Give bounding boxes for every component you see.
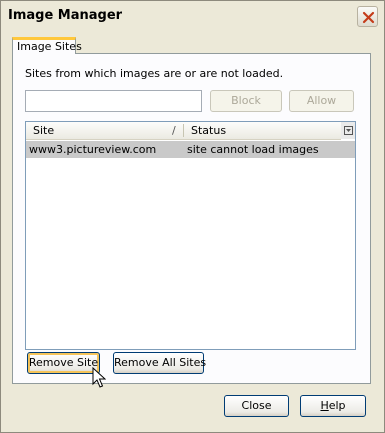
help-button[interactable]: Help [300, 395, 366, 417]
block-button[interactable]: Block [210, 90, 282, 112]
list-header: Site / Status [26, 122, 341, 140]
help-label-rest: elp [328, 399, 346, 412]
close-window-button[interactable] [357, 6, 378, 27]
column-header-site[interactable]: Site [33, 124, 54, 137]
close-icon [362, 11, 375, 24]
column-picker-icon [344, 126, 353, 135]
help-accesskey: H [320, 399, 329, 412]
remove-site-button[interactable]: Remove Site [27, 352, 100, 374]
table-row[interactable]: www3.pictureview.com site cannot load im… [26, 141, 355, 158]
close-button[interactable]: Close [224, 395, 289, 417]
allow-button[interactable]: Allow [289, 90, 354, 112]
column-separator[interactable] [183, 124, 184, 137]
cell-site: www3.pictureview.com [29, 143, 157, 156]
title-bar: Image Manager [1, 1, 384, 31]
sites-list[interactable]: Site / Status www3.pictureview.com site … [25, 121, 356, 350]
remove-all-sites-button[interactable]: Remove All Sites [113, 352, 206, 374]
description-text: Sites from which images are or are not l… [25, 67, 284, 80]
tab-image-sites[interactable]: Image Sites [12, 37, 82, 54]
window-title: Image Manager [8, 8, 123, 23]
column-header-status[interactable]: Status [191, 124, 226, 137]
column-picker[interactable] [341, 122, 355, 139]
mouse-pointer-icon [92, 367, 106, 388]
sort-indicator: / [172, 124, 176, 137]
cell-status: site cannot load images [187, 143, 319, 156]
site-input[interactable] [25, 90, 202, 112]
tab-image-sites-label: Image Sites [17, 40, 82, 53]
